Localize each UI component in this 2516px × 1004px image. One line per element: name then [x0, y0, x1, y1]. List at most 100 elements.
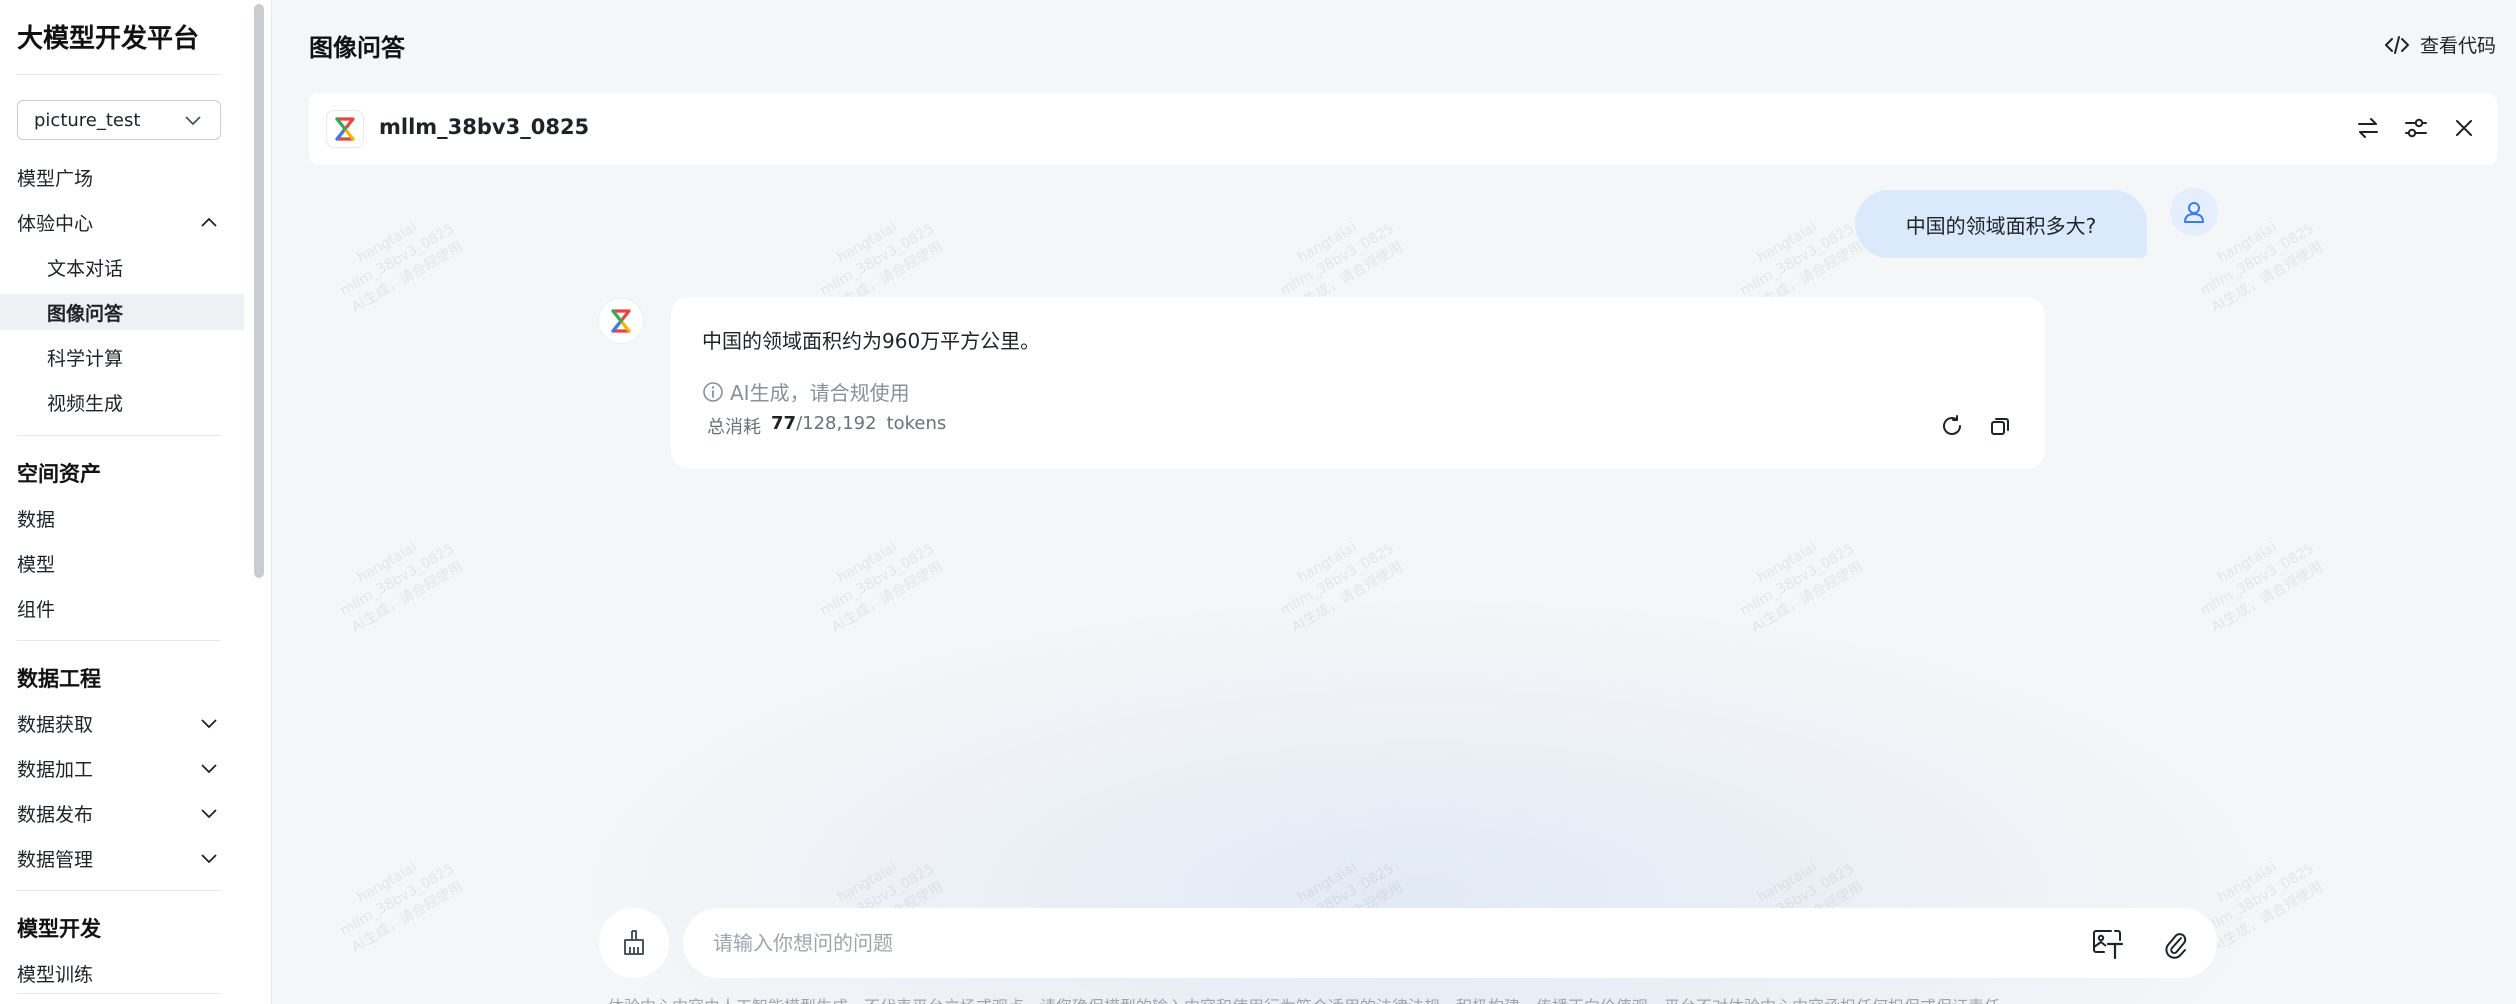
- watermark: hangtaiaimllm_38bv3_0825AI生成，请合规使用: [337, 219, 466, 316]
- project-select[interactable]: picture_test: [17, 100, 221, 140]
- sidebar-item-label: 模型: [17, 553, 56, 576]
- ai-note: AI生成，请合规使用: [702, 377, 910, 406]
- sidebar-item-text-chat[interactable]: 文本对话: [0, 249, 244, 285]
- watermark: hangtaiaimllm_38bv3_0825AI生成，请合规使用: [337, 859, 466, 956]
- chat-input[interactable]: [713, 926, 2093, 960]
- divider: [17, 435, 221, 436]
- regenerate-button[interactable]: [1939, 413, 1965, 439]
- chevron-down-icon: [201, 764, 217, 774]
- copy-button[interactable]: [1987, 413, 2013, 439]
- refresh-icon: [1943, 415, 1961, 435]
- watermark: hangtaiaimllm_38bv3_0825AI生成，请合规使用: [337, 539, 466, 636]
- divider: [17, 74, 221, 75]
- image-text-icon: [2093, 930, 2124, 960]
- broom-icon: [624, 930, 644, 955]
- sidebar-item-model-training[interactable]: 模型训练: [0, 955, 244, 991]
- sidebar-item-label: 数据获取: [17, 713, 94, 736]
- sidebar-item-data-acquire[interactable]: 数据获取: [0, 705, 244, 741]
- user-icon: [2184, 202, 2204, 223]
- chat-input-box: [683, 908, 2217, 978]
- sidebar-group-model-dev: 模型开发: [17, 917, 101, 941]
- parameter-settings-button[interactable]: [2403, 115, 2429, 141]
- sidebar-item-sci-compute[interactable]: 科学计算: [0, 339, 244, 375]
- answer-actions: [1939, 413, 2013, 439]
- model-actions: [2355, 115, 2477, 141]
- sliders-icon: [2405, 118, 2427, 138]
- sidebar-item-label: 体验中心: [17, 212, 94, 235]
- chevron-down-icon: [185, 116, 201, 126]
- sidebar-item-data-publish[interactable]: 数据发布: [0, 795, 244, 831]
- copy-icon: [1991, 418, 2009, 435]
- token-used: 77: [771, 413, 797, 434]
- model-bar: mllm_38bv3_0825: [309, 93, 2497, 165]
- sidebar-scrollbar[interactable]: [254, 4, 264, 578]
- sidebar-item-label: 数据发布: [17, 803, 94, 826]
- paperclip-icon: [2165, 933, 2187, 959]
- answer-card: 中国的领域面积约为960万平方公里。 AI生成，请合规使用 总消耗 77 /12…: [671, 297, 2045, 469]
- close-button[interactable]: [2451, 115, 2477, 141]
- sidebar-item-model-square[interactable]: 模型广场: [0, 159, 244, 195]
- sidebar-group-data-engineering: 数据工程: [17, 667, 101, 691]
- sidebar-item-label: 视频生成: [47, 392, 124, 415]
- sidebar-item-data-manage[interactable]: 数据管理: [0, 840, 244, 876]
- view-code-button[interactable]: 查看代码: [2384, 31, 2496, 58]
- main-area: hangtaiai mllm_38bv3_0825 AI生成，请合规使用 hangt…: [273, 0, 2516, 1004]
- ai-note-text: AI生成，请合规使用: [730, 381, 910, 405]
- watermark: hangtaiaimllm_38bv3_0825AI生成，请合规使用: [2197, 539, 2326, 636]
- sidebar-item-label: 数据管理: [17, 848, 94, 871]
- token-usage: 总消耗 77 /128,192 tokens: [707, 413, 946, 439]
- token-label: 总消耗: [707, 417, 761, 438]
- watermark: hangtaiaimllm_38bv3_0825AI生成，请合规使用: [817, 539, 946, 636]
- sidebar-item-label: 数据: [17, 508, 56, 531]
- close-icon: [2456, 120, 2472, 136]
- sidebar: 大模型开发平台 picture_test 模型广场 体验中心 文本对话 图像问答…: [0, 0, 272, 1004]
- sidebar-group-space-assets: 空间资产: [17, 462, 101, 486]
- model-name: mllm_38bv3_0825: [379, 115, 590, 139]
- chevron-up-icon: [201, 217, 217, 227]
- sidebar-item-data[interactable]: 数据: [0, 500, 244, 536]
- user-message-text: 中国的领域面积多大?: [1905, 213, 2097, 238]
- chevron-down-icon: [201, 854, 217, 864]
- switch-model-button[interactable]: [2355, 115, 2381, 141]
- divider: [17, 993, 221, 994]
- watermark: hangtaiaimllm_38bv3_0825AI生成，请合规使用: [1737, 539, 1866, 636]
- token-total: /128,192: [796, 413, 877, 434]
- answer-text: 中国的领域面积约为960万平方公里。: [702, 329, 1041, 353]
- chevron-down-icon: [201, 809, 217, 819]
- sidebar-item-label: 组件: [17, 598, 56, 621]
- swap-icon: [2358, 118, 2378, 138]
- sidebar-item-label: 文本对话: [47, 257, 124, 280]
- brand-title: 大模型开发平台: [17, 24, 200, 54]
- model-logo-icon: [326, 110, 364, 148]
- divider: [17, 890, 221, 891]
- sidebar-item-label: 图像问答: [47, 302, 124, 325]
- code-icon: [2384, 35, 2409, 54]
- sidebar-item-label: 科学计算: [47, 347, 124, 370]
- sidebar-item-component[interactable]: 组件: [0, 590, 244, 626]
- user-message-bubble: 中国的领域面积多大?: [1855, 190, 2147, 258]
- sidebar-item-image-qa[interactable]: 图像问答: [0, 294, 244, 330]
- disclaimer-text: 体验中心内容由人工智能模型生成，不代表平台立场或观点，请您确保模型的输入内容和使…: [608, 993, 2228, 1004]
- token-unit: tokens: [886, 413, 947, 434]
- sidebar-item-experience-center[interactable]: 体验中心: [0, 204, 244, 240]
- view-code-label: 查看代码: [2419, 35, 2496, 57]
- chevron-down-icon: [201, 719, 217, 729]
- watermark: hangtaiaimllm_38bv3_0825AI生成，请合规使用: [1277, 539, 1406, 636]
- clear-chat-button[interactable]: [599, 908, 669, 978]
- sidebar-item-label: 模型广场: [17, 167, 94, 190]
- user-avatar: [2170, 188, 2218, 236]
- divider: [17, 640, 221, 641]
- page-title: 图像问答: [309, 34, 405, 62]
- sidebar-item-data-process[interactable]: 数据加工: [0, 750, 244, 786]
- sidebar-item-video-gen[interactable]: 视频生成: [0, 384, 244, 420]
- bot-avatar: [598, 298, 644, 344]
- attach-file-button[interactable]: [2159, 928, 2193, 960]
- sidebar-item-label: 数据加工: [17, 758, 94, 781]
- input-tools: [2091, 928, 2193, 960]
- info-icon: [703, 381, 723, 402]
- image-text-upload-button[interactable]: [2091, 928, 2125, 960]
- project-select-value: picture_test: [34, 109, 141, 131]
- sidebar-item-label: 模型训练: [17, 963, 94, 986]
- sidebar-item-model[interactable]: 模型: [0, 545, 244, 581]
- model-logo-icon: [611, 309, 631, 333]
